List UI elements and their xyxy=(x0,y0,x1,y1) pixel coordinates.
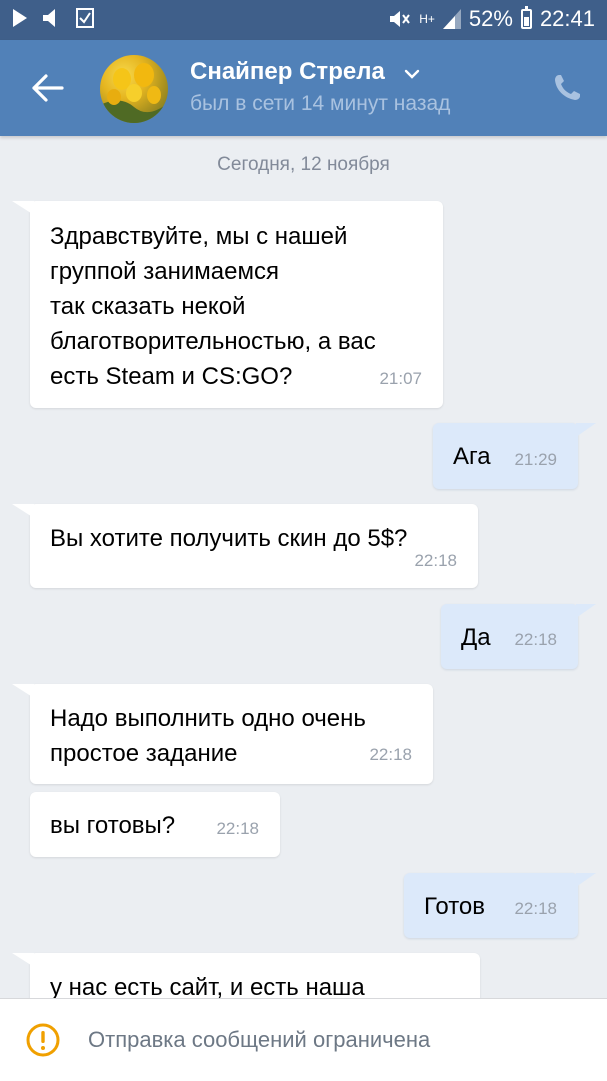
peer-last-seen: был в сети 14 минут назад xyxy=(190,92,451,115)
chevron-down-icon[interactable] xyxy=(404,68,420,80)
message-time: 22:18 xyxy=(514,899,557,918)
play-icon xyxy=(13,9,27,27)
message-outgoing[interactable]: Ага 21:29 xyxy=(433,423,578,489)
composer-restricted-bar: Отправка сообщений ограничена xyxy=(0,998,607,1081)
bubble-tail xyxy=(12,684,34,698)
battery-icon xyxy=(520,6,532,29)
message-incoming[interactable]: Надо выполнить одно очень простое задани… xyxy=(30,684,433,784)
signal-icon xyxy=(442,9,461,29)
bubble-tail xyxy=(12,953,34,967)
date-separator: Сегодня, 12 ноября xyxy=(217,154,390,175)
message-time: 22:18 xyxy=(369,745,412,764)
mute-icon xyxy=(390,11,411,27)
clock: 22:41 xyxy=(539,6,595,31)
bubble-tail xyxy=(576,604,596,618)
status-bar: H+ 52% 22:41 xyxy=(0,0,607,40)
network-label: H+ xyxy=(419,12,435,26)
message-text: Надо выполнить одно очень простое задани… xyxy=(50,705,366,767)
checkbox-icon xyxy=(76,8,94,28)
volume-icon xyxy=(43,9,55,27)
message-text: Вы хотите получить скин до 5$? xyxy=(50,525,408,552)
message-incoming[interactable]: Здравствуйте, мы с нашей группой занимае… xyxy=(30,201,443,408)
message-time: 22:18 xyxy=(414,551,457,570)
bubble-tail xyxy=(12,504,34,518)
phone-icon[interactable] xyxy=(552,73,582,103)
chat-header: Снайпер Стрела был в сети 14 минут назад xyxy=(0,40,607,136)
bubble-tail xyxy=(576,423,596,437)
message-time: 21:07 xyxy=(379,369,422,388)
tulips-image xyxy=(100,63,168,123)
status-left-icons xyxy=(12,8,94,28)
battery-percent: 52% xyxy=(468,6,513,31)
message-incoming[interactable]: Вы хотите получить скин до 5$? 22:18 xyxy=(30,504,478,588)
message-incoming[interactable]: вы готовы? 22:18 xyxy=(30,792,280,857)
back-arrow-icon[interactable] xyxy=(30,68,66,108)
restriction-notice: Отправка сообщений ограничена xyxy=(88,1027,431,1052)
warning-icon xyxy=(26,1023,60,1057)
message-text: Здравствуйте, мы с нашей группой занимае… xyxy=(50,223,376,390)
message-outgoing[interactable]: Готов 22:18 xyxy=(404,873,578,938)
bubble-tail xyxy=(12,201,34,215)
bubble-tail xyxy=(576,873,596,887)
status-right-icons: H+ 52% 22:41 xyxy=(389,6,595,32)
message-outgoing[interactable]: Да 22:18 xyxy=(441,604,578,669)
avatar[interactable] xyxy=(100,55,168,123)
message-time: 22:18 xyxy=(514,630,557,649)
message-time: 21:29 xyxy=(514,450,557,469)
message-time: 22:18 xyxy=(216,819,259,838)
peer-name[interactable]: Снайпер Стрела xyxy=(190,58,385,86)
